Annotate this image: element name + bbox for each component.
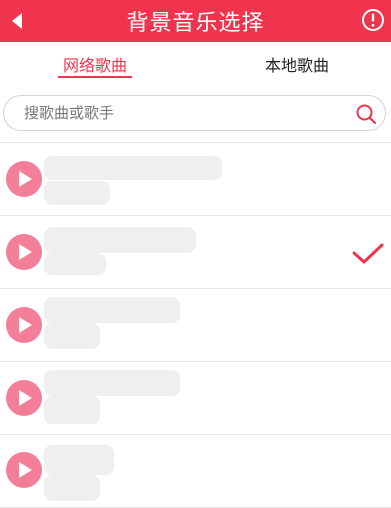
tab-local-songs[interactable]: 本地歌曲 xyxy=(232,42,362,86)
song-row[interactable] xyxy=(0,289,391,362)
song-row[interactable] xyxy=(0,216,391,289)
top-bar: 背景音乐选择 xyxy=(0,0,391,42)
song-title-redacted xyxy=(44,156,222,180)
song-artist-redacted xyxy=(44,181,110,205)
play-button-icon[interactable] xyxy=(6,161,42,197)
song-title-redacted xyxy=(44,370,180,396)
search-bar xyxy=(3,95,386,131)
info-circle-icon[interactable] xyxy=(361,8,385,32)
song-artist-redacted xyxy=(44,396,100,424)
song-title-redacted xyxy=(44,227,196,253)
tab-bar: 网络歌曲 本地歌曲 xyxy=(0,42,391,86)
page-title: 背景音乐选择 xyxy=(126,11,265,36)
song-artist-redacted xyxy=(44,323,100,349)
song-row[interactable] xyxy=(0,435,391,508)
tab-online-songs[interactable]: 网络歌曲 xyxy=(30,42,160,86)
song-artist-redacted xyxy=(44,475,100,501)
play-button-icon[interactable] xyxy=(6,234,42,270)
search-icon[interactable] xyxy=(355,103,377,125)
active-tab-indicator xyxy=(58,76,132,78)
search-input[interactable] xyxy=(24,96,344,130)
play-button-icon[interactable] xyxy=(6,307,42,343)
checkmark-icon xyxy=(352,243,384,264)
play-button-icon[interactable] xyxy=(6,452,42,488)
song-row[interactable] xyxy=(0,143,391,216)
play-button-icon[interactable] xyxy=(6,380,42,416)
song-title-redacted xyxy=(44,445,114,475)
song-artist-redacted xyxy=(44,253,106,275)
song-row[interactable] xyxy=(0,362,391,435)
song-title-redacted xyxy=(44,297,180,323)
